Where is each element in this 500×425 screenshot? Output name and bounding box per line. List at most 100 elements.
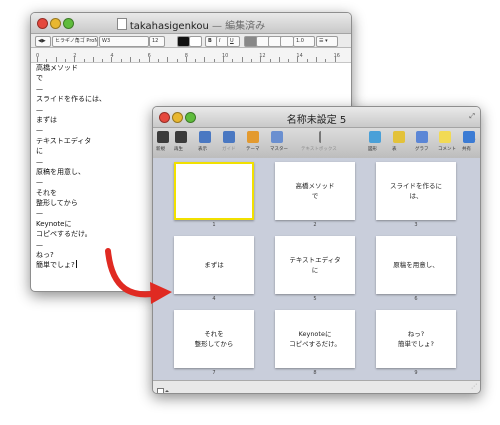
- slide-thumbnail[interactable]: スライドを作るに は、: [376, 162, 456, 220]
- editor-line: —: [36, 84, 43, 93]
- highlight-color-well[interactable]: [189, 36, 202, 47]
- keynote-window[interactable]: 名称未設定 5 ⤢ » 新規再生表示ガイドテーママスターテキストボックス図形表グ…: [152, 106, 481, 394]
- ruler-tick: [232, 59, 234, 62]
- ruler[interactable]: 0 2 4 6 8 10 12 14 16: [31, 48, 351, 63]
- document-icon: [116, 18, 127, 30]
- font-weight-select[interactable]: W3: [99, 36, 149, 47]
- editor-titlebar[interactable]: takahasigenkou — 編集済み: [31, 13, 351, 34]
- editor-line: それを: [36, 188, 57, 197]
- text-cursor: [75, 260, 77, 269]
- editor-line: 高橋メソッド: [36, 64, 78, 72]
- ruler-tick: [288, 59, 290, 62]
- ruler-tick: [204, 57, 206, 62]
- plus-icon[interactable]: [157, 131, 169, 143]
- slide-thumbnail[interactable]: [174, 162, 254, 220]
- font-size-field[interactable]: 12: [149, 36, 165, 47]
- editor-text-area[interactable]: 高橋メソッドで — スライドを作るには、 — まずは — テキストエディタに — 原稿を用意し、…: [36, 63, 106, 271]
- ruler-tick: [120, 59, 122, 62]
- toolbar-label: 共有: [462, 147, 471, 152]
- toolbar-label: 表: [392, 147, 397, 152]
- comment-icon[interactable]: [439, 131, 451, 143]
- toolbar-label: マスター: [270, 147, 288, 152]
- ruler-tick: [278, 57, 280, 62]
- ruler-number: 8: [184, 53, 188, 59]
- theme-icon[interactable]: [247, 131, 259, 143]
- ruler-tick: [64, 59, 66, 62]
- keynote-titlebar[interactable]: 名称未設定 5 ⤢: [153, 107, 480, 128]
- editor-line: に: [36, 147, 43, 156]
- shape-icon[interactable]: [369, 131, 381, 143]
- slide-number: 7: [212, 370, 216, 376]
- slide-number: 6: [414, 296, 418, 302]
- editor-line: —: [36, 157, 43, 166]
- ruler-number: 4: [110, 53, 114, 59]
- chart-icon[interactable]: [416, 131, 428, 143]
- slide-thumbnail[interactable]: ねっ? 簡単でしょ?: [376, 310, 456, 368]
- line-spacing-select[interactable]: 1.0: [293, 36, 315, 47]
- slide-thumbnail[interactable]: Keynoteに コピペするだけ。: [275, 310, 355, 368]
- ruler-tick: [316, 57, 317, 62]
- editor-line: —: [36, 126, 43, 135]
- keynote-toolbar: » 新規再生表示ガイドテーママスターテキストボックス図形表グラフコメント共有: [153, 128, 480, 159]
- editor-line: Keynoteに: [36, 219, 72, 228]
- editor-title-text: takahasigenkou: [129, 21, 209, 32]
- slide-number: 9: [414, 370, 418, 376]
- view-icon[interactable]: [199, 131, 211, 143]
- editor-line: コピペするだけ。: [36, 230, 92, 239]
- slide-number: 3: [414, 222, 418, 228]
- zoom-stepper[interactable]: [157, 382, 169, 393]
- slide-number: 8: [313, 370, 317, 376]
- editor-line: 整形してから: [36, 199, 78, 208]
- slide-number: 2: [313, 222, 317, 228]
- list-style-select[interactable]: ☰ ▾: [316, 36, 338, 47]
- ruler-tick: [92, 57, 94, 62]
- keynote-title: 名称未設定 5: [286, 115, 347, 126]
- editor-line: —: [36, 240, 43, 249]
- ruler-tick: [213, 59, 215, 62]
- toolbar-label: 表示: [198, 147, 207, 152]
- editor-title-status: — 編集済み: [208, 21, 266, 32]
- ruler-number: 0: [36, 53, 40, 59]
- ruler-tick: [46, 59, 48, 62]
- toolbar-label: テキストボックス: [301, 147, 337, 152]
- slide-thumbnail[interactable]: テキストエディタ に: [275, 236, 355, 294]
- ruler-tick: [55, 57, 57, 62]
- resize-grip-icon[interactable]: ⋰: [471, 383, 477, 390]
- master-icon[interactable]: [271, 131, 283, 143]
- ruler-number: 14: [296, 53, 303, 59]
- ruler-tick: [157, 59, 159, 62]
- guide-icon[interactable]: [223, 131, 235, 143]
- toolbar-label: グラフ: [415, 147, 429, 152]
- font-family-select[interactable]: ヒラギノ角ゴ ProN: [52, 36, 98, 47]
- ruler-tick: [306, 59, 308, 62]
- editor-line: 原稿を用意し、: [36, 167, 85, 176]
- slide-thumbnail[interactable]: それを 整形してから: [174, 310, 254, 368]
- slide-number: 5: [313, 296, 317, 302]
- textbox-icon[interactable]: [319, 131, 323, 143]
- slide-number: 1: [212, 222, 216, 228]
- play-icon[interactable]: [175, 131, 187, 143]
- share-icon[interactable]: [463, 131, 475, 143]
- ruler-tick: [102, 59, 104, 62]
- toolbar-label: テーマ: [246, 147, 260, 152]
- editor-line: —: [36, 178, 43, 187]
- table-icon[interactable]: [393, 131, 405, 143]
- slide-number: 4: [212, 296, 216, 302]
- paragraph-style-button[interactable]: ◀▶: [35, 36, 51, 47]
- ruler-tick: [83, 59, 85, 62]
- justify-button[interactable]: [280, 36, 294, 47]
- editor-line: テキストエディタ: [36, 136, 92, 145]
- ruler-number: 6: [147, 53, 151, 59]
- editor-line: まずは: [36, 115, 57, 124]
- slide-thumbnail[interactable]: まずは: [174, 236, 254, 294]
- toolbar-label: 新規: [156, 147, 165, 152]
- slide-navigator[interactable]: 1 高橋メソッド で 2 スライドを作るに は、 3 まずは 4 テキストエディタ に 5 原稿を…: [153, 158, 480, 381]
- slide-thumbnail[interactable]: 原稿を用意し、: [376, 236, 456, 294]
- underline-button[interactable]: U: [227, 36, 240, 47]
- ruler-number: 10: [222, 53, 229, 59]
- slide-thumbnail[interactable]: 高橋メソッド で: [275, 162, 355, 220]
- fullscreen-icon[interactable]: ⤢: [469, 112, 475, 121]
- editor-line: —: [36, 209, 43, 218]
- ruler-tick: [250, 59, 252, 62]
- format-bar: ◀▶ ヒラギノ角ゴ ProN W3 12 B I U 1.0 ☰ ▾: [31, 34, 351, 48]
